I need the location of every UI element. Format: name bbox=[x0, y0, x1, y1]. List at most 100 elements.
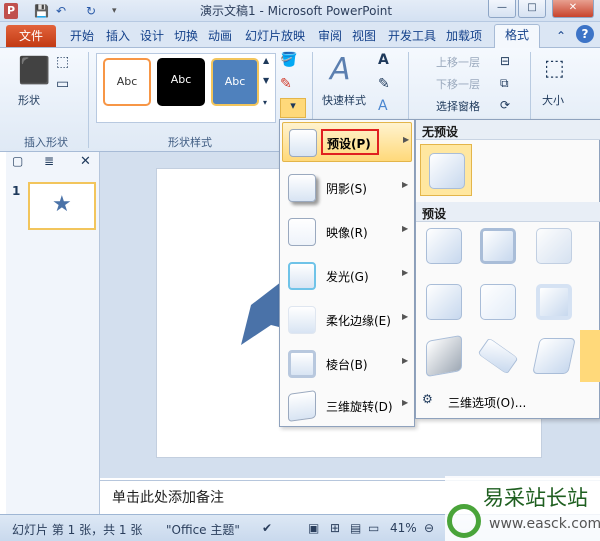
tab-file[interactable]: 文件 bbox=[6, 25, 56, 47]
shape-fill-icon[interactable]: 🪣 bbox=[280, 52, 297, 68]
ribbon-collapse-icon[interactable]: ⌃ bbox=[556, 26, 566, 48]
tab-review[interactable]: 审阅 bbox=[318, 26, 342, 48]
tab-animations[interactable]: 动画 bbox=[208, 26, 232, 48]
undo-icon[interactable]: ↶ bbox=[56, 3, 66, 19]
3d-options-icon: ⚙ bbox=[422, 392, 433, 406]
tab-home[interactable]: 开始 bbox=[70, 26, 94, 48]
close-pane-icon[interactable]: ✕ bbox=[80, 154, 91, 169]
reflection-icon bbox=[288, 218, 316, 246]
watermark-brand: 易采站长站 bbox=[483, 486, 588, 510]
menu-item-preset[interactable]: 预设(P) ▶ bbox=[282, 122, 412, 162]
menu-item-shadow[interactable]: 阴影(S) ▶ bbox=[282, 168, 412, 208]
preset-tile-2[interactable] bbox=[476, 224, 520, 268]
normal-view-icon[interactable]: ▣ bbox=[308, 521, 319, 535]
shape-styles-gallery: Abc Abc Abc ▲ ▼ ▾ bbox=[96, 53, 276, 123]
help-icon[interactable]: ? bbox=[576, 25, 594, 43]
reading-view-icon[interactable]: ▤ bbox=[350, 521, 361, 535]
menu-item-label: 发光(G) bbox=[326, 270, 369, 284]
text-box-icon[interactable]: ▭ bbox=[56, 76, 69, 92]
site-watermark: 易采站长站 www.easck.com bbox=[445, 476, 600, 541]
gallery-scroll-down-icon[interactable]: ▼ bbox=[263, 76, 269, 85]
preset-tile-9[interactable] bbox=[532, 334, 576, 378]
tab-slideshow[interactable]: 幻灯片放映 bbox=[245, 26, 305, 48]
preset-icon bbox=[289, 129, 317, 157]
3d-options-link[interactable]: 三维选项(O)... bbox=[448, 394, 526, 411]
size-icon[interactable]: ⬚ bbox=[544, 56, 565, 81]
save-icon[interactable]: 💾 bbox=[34, 3, 49, 19]
submenu-arrow-icon: ▶ bbox=[403, 135, 410, 144]
outline-tab-icon[interactable]: ≣ bbox=[44, 154, 54, 168]
gallery-more-icon[interactable]: ▾ bbox=[263, 98, 267, 107]
menu-item-reflection[interactable]: 映像(R) ▶ bbox=[282, 212, 412, 252]
align-icon[interactable]: ⊟ bbox=[500, 54, 510, 68]
window-title: 演示文稿1 - Microsoft PowerPoint bbox=[200, 4, 393, 18]
zoom-level[interactable]: 41% bbox=[390, 521, 417, 535]
selection-pane-button[interactable]: 选择窗格 bbox=[436, 98, 480, 114]
tab-format[interactable]: 格式 bbox=[494, 24, 541, 48]
edit-shape-icon[interactable]: ⬚ bbox=[56, 54, 69, 70]
size-button-label[interactable]: 大小 bbox=[542, 92, 564, 108]
tab-addins[interactable]: 加载项 bbox=[446, 26, 482, 48]
minimize-button[interactable]: — bbox=[488, 0, 516, 18]
tab-view[interactable]: 视图 bbox=[352, 26, 376, 48]
zoom-out-icon[interactable]: ⊖ bbox=[424, 521, 434, 535]
menu-item-soft-edges[interactable]: 柔化边缘(E) ▶ bbox=[282, 300, 412, 340]
menu-item-bevel[interactable]: 棱台(B) ▶ bbox=[282, 344, 412, 384]
shape-effects-icon[interactable]: ▾ bbox=[280, 98, 306, 118]
menu-item-label: 三维旋转(D) bbox=[326, 400, 393, 414]
style-swatch-orange[interactable]: Abc bbox=[103, 58, 151, 106]
menu-item-3d-rotation[interactable]: 三维旋转(D) ▶ bbox=[282, 386, 412, 426]
text-outline-icon[interactable]: ✎ bbox=[378, 76, 390, 92]
no-preset-tile[interactable] bbox=[420, 144, 472, 196]
star-thumbnail-icon: ★ bbox=[52, 192, 72, 217]
tile-face bbox=[480, 228, 516, 264]
slide-thumbnail[interactable]: ★ bbox=[28, 182, 96, 230]
send-backward-button[interactable]: 下移一层 bbox=[436, 76, 480, 92]
bring-forward-button[interactable]: 上移一层 bbox=[436, 54, 480, 70]
group-icon[interactable]: ⧉ bbox=[500, 76, 509, 91]
tab-developer[interactable]: 开发工具 bbox=[388, 26, 436, 48]
powerpoint-icon[interactable]: P bbox=[4, 3, 18, 19]
quick-styles-icon[interactable]: A bbox=[330, 52, 351, 87]
style-swatch-blue[interactable]: Abc bbox=[211, 58, 259, 106]
submenu-arrow-icon: ▶ bbox=[402, 268, 409, 277]
tab-insert[interactable]: 插入 bbox=[106, 26, 130, 48]
no-preset-header: 无预设 bbox=[416, 120, 600, 140]
gallery-scroll-up-icon[interactable]: ▲ bbox=[263, 56, 269, 65]
slides-tab-icon[interactable]: ▢ bbox=[12, 154, 23, 168]
quick-styles-label[interactable]: 快速样式 bbox=[322, 92, 366, 108]
preset-tile-6[interactable] bbox=[532, 280, 576, 324]
shape-outline-icon[interactable]: ✎ bbox=[280, 76, 292, 92]
tab-transitions[interactable]: 切换 bbox=[174, 26, 198, 48]
style-swatch-black[interactable]: Abc bbox=[157, 58, 205, 106]
preset-tile-10[interactable] bbox=[580, 330, 600, 382]
close-button[interactable]: ✕ bbox=[552, 0, 594, 18]
menu-item-glow[interactable]: 发光(G) ▶ bbox=[282, 256, 412, 296]
tab-design[interactable]: 设计 bbox=[140, 26, 164, 48]
shapes-button-label[interactable]: 形状 bbox=[18, 92, 40, 108]
slide-sorter-icon[interactable]: ⊞ bbox=[330, 521, 340, 535]
preset-tile-5[interactable] bbox=[476, 280, 520, 324]
spelling-icon[interactable]: ✔ bbox=[262, 521, 272, 535]
preset-tile-4[interactable] bbox=[422, 280, 466, 324]
ribbon-tabs: 文件 开始 插入 设计 切换 动画 幻灯片放映 审阅 视图 开发工具 加载项 格… bbox=[0, 22, 600, 48]
customize-qat-icon[interactable]: ▾ bbox=[112, 3, 117, 19]
slideshow-view-icon[interactable]: ▭ bbox=[368, 521, 379, 535]
preset-tile-7[interactable] bbox=[422, 334, 466, 378]
redo-icon[interactable]: ↻ bbox=[86, 3, 96, 19]
maximize-button[interactable]: □ bbox=[518, 0, 546, 18]
text-fill-icon[interactable]: A bbox=[378, 52, 389, 68]
tile-face bbox=[426, 228, 462, 264]
submenu-arrow-icon: ▶ bbox=[402, 312, 409, 321]
soft-edges-icon bbox=[288, 306, 316, 334]
preset-tile-8[interactable] bbox=[476, 334, 520, 378]
rotate-icon[interactable]: ⟳ bbox=[500, 98, 510, 112]
preset-tile-1[interactable] bbox=[422, 224, 466, 268]
tile-face bbox=[426, 284, 462, 320]
preset-tile-3[interactable] bbox=[532, 224, 576, 268]
text-effects-icon[interactable]: A bbox=[378, 98, 388, 114]
submenu-arrow-icon: ▶ bbox=[402, 180, 409, 189]
shapes-icon[interactable]: ⬛ bbox=[18, 56, 50, 86]
bevel-icon bbox=[288, 350, 316, 378]
glow-icon bbox=[288, 262, 316, 290]
